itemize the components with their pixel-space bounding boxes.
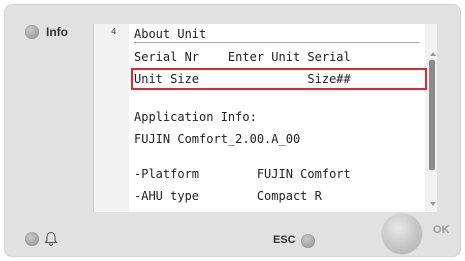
- screen-header: About Unit: [134, 26, 420, 43]
- menu-row-serial[interactable]: Serial Nr Enter Unit Serial: [134, 49, 351, 65]
- scrollbar-thumb[interactable]: [429, 60, 435, 170]
- ahu-type-row: -AHU type Compact R: [134, 189, 322, 203]
- display-content: About Unit Serial Nr Enter Unit Serial U…: [129, 24, 425, 212]
- application-info-heading: Application Info:: [134, 110, 257, 124]
- info-label: Info: [46, 25, 68, 39]
- esc-label: ESC: [273, 234, 296, 246]
- application-version: FUJIN Comfort_2.00.A_00: [134, 132, 301, 146]
- ok-label: OK: [433, 224, 450, 236]
- line-number: 4: [111, 27, 117, 37]
- ok-knob[interactable]: [382, 214, 422, 254]
- esc-button[interactable]: [301, 234, 315, 248]
- platform-row: -Platform FUJIN Comfort: [134, 167, 351, 181]
- scroll-up-icon[interactable]: [430, 52, 436, 56]
- info-led[interactable]: [25, 25, 39, 39]
- alarm-led[interactable]: [25, 232, 39, 246]
- display-screen: 4 About Unit Serial Nr Enter Unit Serial…: [93, 24, 437, 212]
- scroll-down-icon[interactable]: [430, 202, 436, 206]
- selection-highlight: [131, 68, 427, 90]
- controller-panel: Info 4 About Unit Serial Nr Enter Unit S…: [4, 4, 461, 257]
- bell-icon[interactable]: [44, 231, 58, 247]
